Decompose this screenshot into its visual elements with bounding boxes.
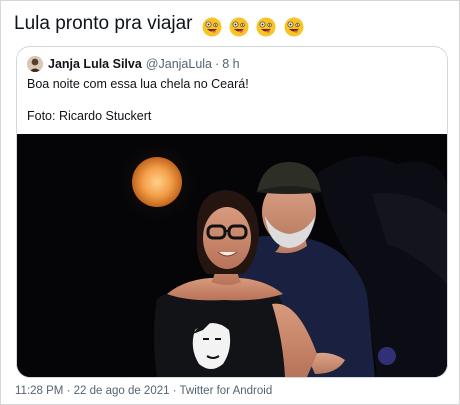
author-handle[interactable]: @JanjaLula xyxy=(146,57,212,71)
tweet-source[interactable]: Twitter for Android xyxy=(180,385,273,397)
zany-face-icon xyxy=(229,17,249,37)
author-avatar[interactable] xyxy=(27,56,43,72)
zany-face-icon xyxy=(256,17,276,37)
tweet-meta: 11:28 PM · 22 de ago de 2021 · Twitter f… xyxy=(15,385,272,397)
tweet-timestamp[interactable]: 11:28 PM · 22 de ago de 2021 xyxy=(15,385,170,397)
quoted-tweet-text: Boa noite com essa lua chela no Ceará! F… xyxy=(27,76,437,124)
moonlit-couple-photo xyxy=(17,134,447,377)
quoted-tweet-line: Boa noite com essa lua chela no Ceará! xyxy=(27,77,249,91)
tweet-text: Lula pronto pra viajar xyxy=(14,13,193,34)
zany-face-icon xyxy=(284,17,304,37)
quoted-tweet-card[interactable]: Janja Lula Silva @JanjaLula · 8 h Boa no… xyxy=(16,46,448,378)
photo-credit: Foto: Ricardo Stuckert xyxy=(27,109,152,123)
quoted-tweet-header: Janja Lula Silva @JanjaLula · 8 h xyxy=(27,55,240,73)
meta-separator: · xyxy=(169,385,180,397)
emoji-group xyxy=(202,14,306,40)
tweet-photo[interactable] xyxy=(17,134,447,377)
separator-dot: · xyxy=(215,57,220,71)
author-name[interactable]: Janja Lula Silva xyxy=(48,57,142,71)
tweet-container: Lula pronto pra viajar Janja Lula Silva … xyxy=(0,0,460,405)
zany-face-icon xyxy=(202,17,222,37)
quoted-tweet-time[interactable]: 8 h xyxy=(222,57,239,71)
avatar-photo-icon xyxy=(27,56,43,72)
tweet-body: Lula pronto pra viajar xyxy=(14,11,306,40)
